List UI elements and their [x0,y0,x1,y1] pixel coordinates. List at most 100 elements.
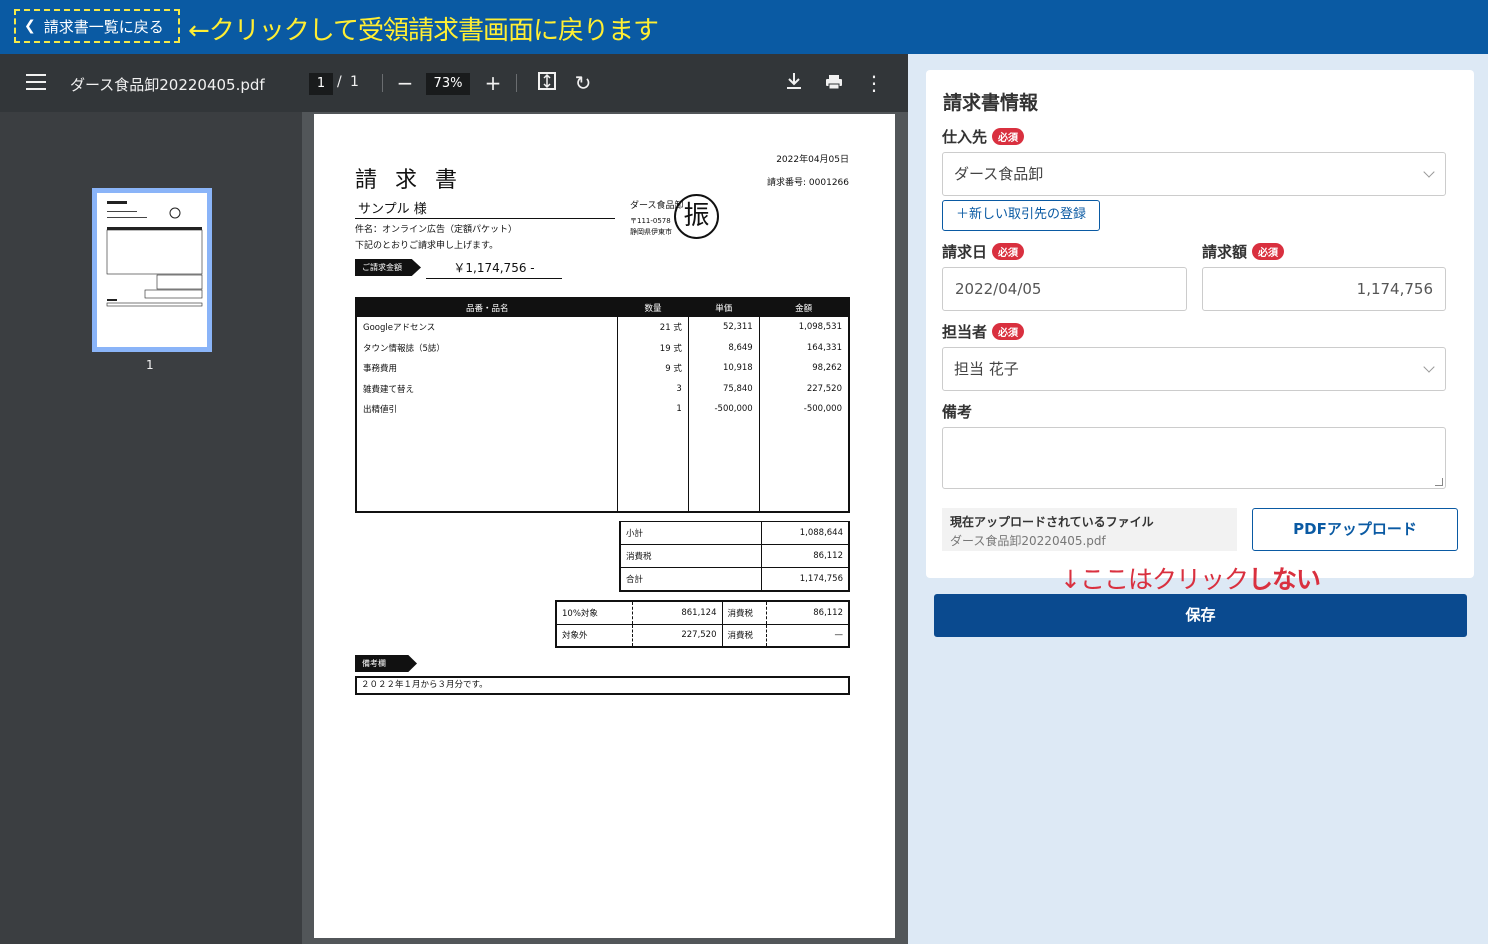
new-partner-button[interactable]: ＋新しい取引先の登録 [942,200,1100,231]
zoom-out-icon[interactable]: − [390,68,420,98]
tax-row: 10%対象 861,124 消費税 86,112 [556,601,849,625]
resize-handle-icon[interactable] [1435,478,1443,486]
tax10-label: 10%対象 [556,601,632,625]
items-table: 品番・品名 数量 単価 金額 Googleアドセンス 21 式 52,311 1… [355,297,850,513]
summary-row: 消費税 86,112 [619,544,850,568]
annotation-part1: ↓ここはクリック [1060,565,1249,594]
tax10-tax: 86,112 [765,601,849,625]
tax-label: 消費税 [619,544,762,568]
person-label-text: 担当者 [942,323,988,341]
card-title: 請求書情報 [943,92,1039,114]
total-label: 合計 [619,567,762,591]
rotate-icon[interactable]: ↻ [568,68,598,98]
required-badge: 必須 [992,323,1025,340]
item-amount: -500,000 [758,399,849,420]
file-caption: 現在アップロードされているファイル [950,515,1154,529]
exempt-tax-label: 消費税 [721,624,766,648]
table-header: 品番・品名 数量 単価 金額 [356,298,849,317]
col-header: 数量 [617,298,689,317]
pdf-viewer: ダース食品卸20220405.pdf 1 / 1 − 73% + ↻ ⋮ 1 2… [0,54,908,944]
invoice-amount-label-text: 請求額 [1202,243,1248,261]
invoice-title: 請求書 [355,168,476,193]
table-row: Googleアドセンス 21 式 52,311 1,098,531 [356,317,849,338]
remarks-textarea[interactable] [942,427,1446,489]
toolbar-divider [516,74,517,92]
item-price: 75,840 [687,378,760,399]
table-row: 雑費建て替え 3 75,840 227,520 [356,378,849,399]
download-icon[interactable] [779,68,809,98]
pdf-filename: ダース食品卸20220405.pdf [70,76,265,94]
invoice-info-card: 請求書情報 仕入先 必須 ダース食品卸 ＋新しい取引先の登録 請求日 必須 20… [926,70,1474,578]
page-number-input[interactable]: 1 [309,73,333,95]
thumbnail-number: 1 [146,358,154,372]
table-blank-row [356,419,849,512]
item-amount: 227,520 [758,378,849,399]
page-thumbnail[interactable] [92,188,212,352]
chevron-down-icon [1423,361,1435,373]
back-button-label: 請求書一覧に戻る [43,17,164,36]
item-qty: 1 [617,399,689,420]
subtotal-value: 1,088,644 [760,521,850,545]
item-name: Googleアドセンス [363,323,436,334]
zoom-input[interactable]: 73% [426,73,470,95]
remarks-text: ２０２２年１月から３月分です。 [355,676,850,695]
amount-label: ご請求金額 [355,259,421,276]
chevron-left-icon: ❮ [24,18,36,34]
item-price: 8,649 [687,337,760,358]
col-header: 単価 [688,298,760,317]
item-price: -500,000 [687,399,760,420]
tax-breakdown-table: 10%対象 861,124 消費税 86,112 対象外 227,520 消費税… [555,600,850,648]
exempt-label: 対象外 [556,624,632,648]
thumbnail-preview [97,193,207,347]
print-icon[interactable] [819,68,849,98]
item-name: 出精値引 [363,405,398,416]
item-name: 雑費建て替え [363,384,415,395]
invoice-date-input[interactable]: 2022/04/05 [942,267,1187,311]
required-badge: 必須 [992,128,1025,145]
table-row: 出精値引 1 -500,000 -500,000 [356,399,849,420]
menu-icon[interactable] [26,74,46,90]
back-to-list-button[interactable]: ❮ 請求書一覧に戻る [14,9,180,43]
pdf-upload-button[interactable]: PDFアップロード [1252,508,1458,551]
person-select[interactable]: 担当 花子 [942,347,1446,391]
invoice-amount-label: 請求額 必須 [1202,241,1285,262]
item-qty: 21 式 [617,317,689,338]
item-name: タウン情報誌（5誌） [363,343,445,354]
item-amount: 1,098,531 [758,317,849,338]
page-separator: / [337,74,342,90]
item-name: 事務費用 [363,364,398,375]
col-header: 金額 [759,298,849,317]
pdf-toolbar: ダース食品卸20220405.pdf 1 / 1 − 73% + ↻ ⋮ [0,54,908,112]
remarks-field-label: 備考 [942,401,972,422]
file-name: ダース食品卸20220405.pdf [950,534,1106,548]
tax-row: 対象外 227,520 消費税 — [556,624,849,648]
subtotal-label: 小計 [619,521,762,545]
summary-row: 小計 1,088,644 [619,521,850,545]
invoice-number: 請求番号: 0001266 [767,178,849,188]
summary-table: 小計 1,088,644 消費税 86,112 合計 1,174,756 [619,521,850,592]
fit-page-icon[interactable] [532,68,562,98]
supplier-label: 仕入先 必須 [942,126,1025,147]
remarks-label: 備考欄 [355,655,417,672]
top-annotation: ←クリックして受領請求書画面に戻ります [188,16,659,46]
supplier-select[interactable]: ダース食品卸 [942,152,1446,196]
save-button[interactable]: 保存 [934,594,1467,637]
remarks-label-text: 備考 [942,403,973,421]
total-value: 1,174,756 [760,567,850,591]
thumbnail-sidebar: 1 [0,112,302,944]
supplier-value: ダース食品卸 [954,165,1044,183]
seal-stamp: 振 [674,194,719,239]
zoom-in-icon[interactable]: + [478,68,508,98]
tax10-base: 861,124 [631,601,722,625]
item-price: 52,311 [687,317,760,338]
invoice-subject: 件名：オンライン広告（定額パケット） [355,225,518,235]
page-total: 1 [350,74,359,90]
invoice-amount: ￥1,174,756 - [426,259,562,279]
invoice-date: 2022年04月05日 [776,155,849,165]
tax10-tax-label: 消費税 [721,601,766,625]
invoice-amount-input[interactable]: 1,174,756 [1202,267,1446,311]
more-icon[interactable]: ⋮ [859,68,889,98]
col-header: 品番・品名 [356,298,618,317]
pdf-page: 2022年04月05日 請求番号: 0001266 請求書 サンプル 様 件名：… [314,114,895,938]
issuer-zip: 〒111-0578 [630,217,671,225]
